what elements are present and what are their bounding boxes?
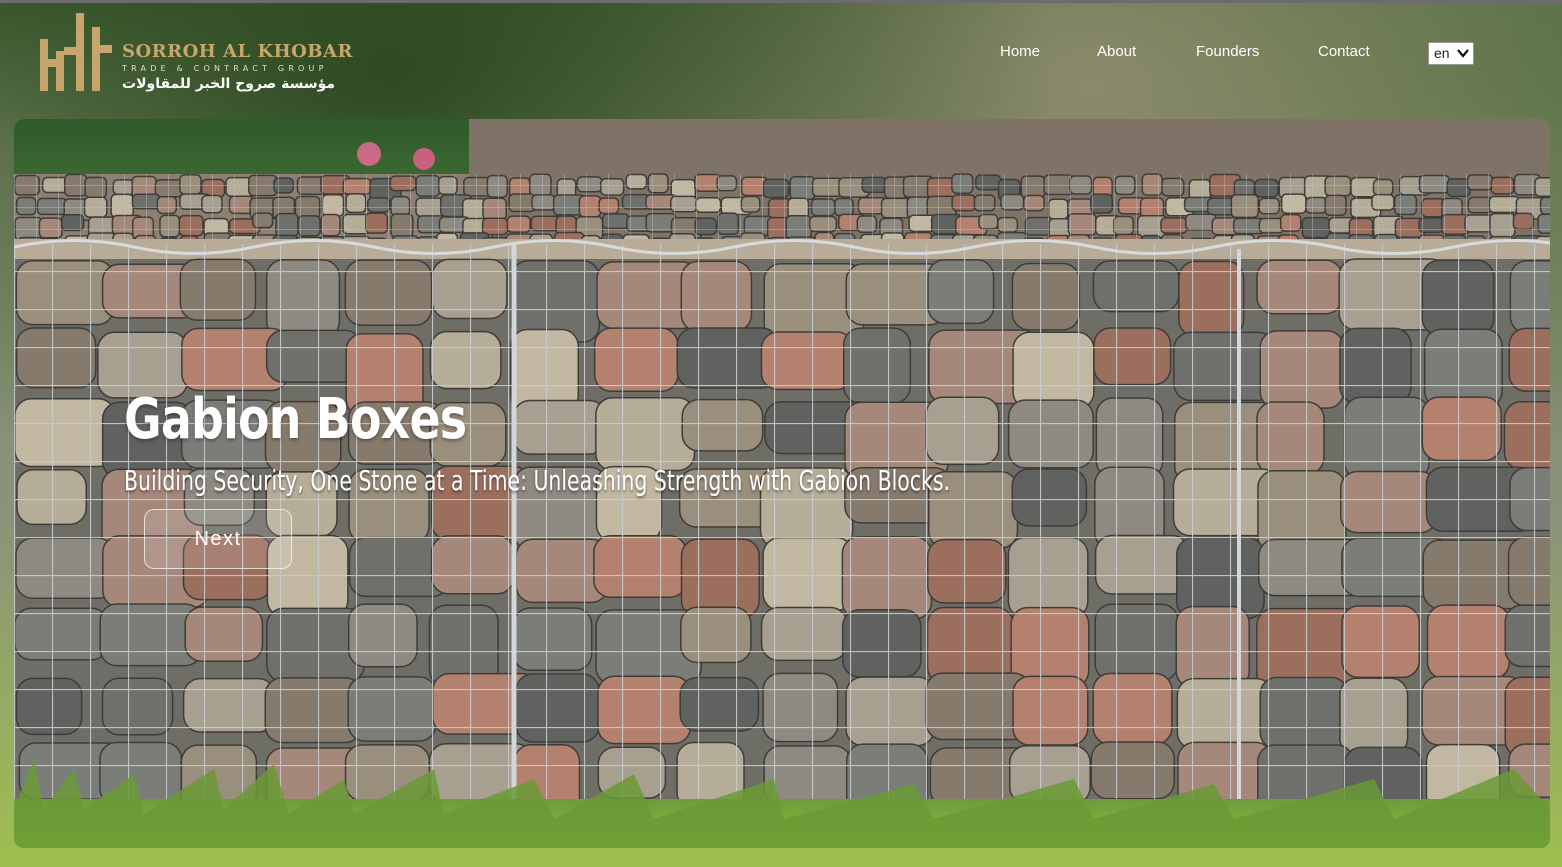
hero-subtitle: Building Security, One Stone at a Time: … bbox=[124, 464, 951, 497]
nav-founders[interactable]: Founders bbox=[1196, 43, 1259, 60]
next-button[interactable]: Next bbox=[144, 509, 292, 569]
brand-tagline: TRADE & CONTRACT GROUP bbox=[122, 64, 328, 73]
site-header: SORROH AL KHOBAR TRADE & CONTRACT GROUP … bbox=[0, 3, 1562, 103]
brand-name: SORROH AL KHOBAR bbox=[122, 41, 353, 62]
chevron-down-icon bbox=[1457, 49, 1469, 58]
logo-mark-icon bbox=[38, 9, 114, 93]
hero-slider: Gabion Boxes Building Security, One Ston… bbox=[14, 119, 1550, 848]
brand-logo[interactable]: SORROH AL KHOBAR TRADE & CONTRACT GROUP … bbox=[38, 9, 358, 99]
hero-title: Gabion Boxes bbox=[124, 387, 467, 452]
language-select[interactable]: en bbox=[1428, 42, 1474, 65]
language-selected: en bbox=[1434, 45, 1450, 61]
nav-contact[interactable]: Contact bbox=[1318, 43, 1370, 60]
nav-home[interactable]: Home bbox=[1000, 43, 1040, 60]
brand-name-arabic: مؤسسة صروح الخبر للمقاولات bbox=[122, 76, 336, 92]
nav-about[interactable]: About bbox=[1097, 43, 1136, 60]
